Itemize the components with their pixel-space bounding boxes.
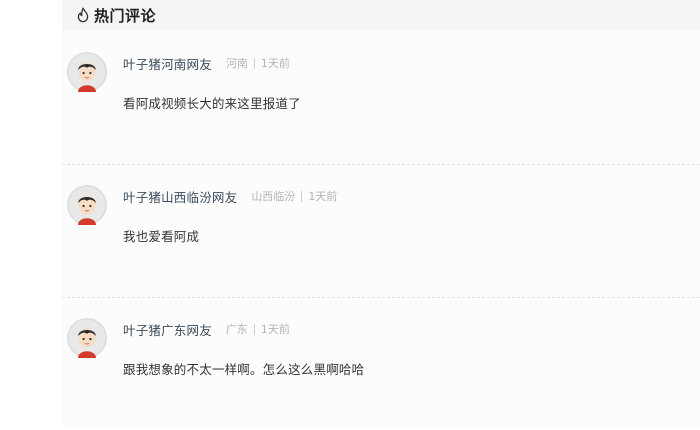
hot-comments-header: 热门评论 [62, 0, 700, 31]
meta-separator [301, 190, 303, 202]
comment-time: 1天前 [308, 190, 338, 203]
comment-location: 广东 [225, 323, 248, 336]
comment-text: 我也爱看阿成 [123, 229, 200, 244]
comment-time: 1天前 [260, 323, 290, 336]
comment-meta: 叶子猪河南网友 河南 1天前 [123, 54, 290, 72]
section-title: 热门评论 [94, 6, 157, 25]
comment-location: 山西临汾 [251, 190, 296, 203]
page-margin [0, 0, 62, 428]
user-avatar[interactable] [67, 185, 107, 225]
comment-list: 叶子猪河南网友 河南 1天前 看阿成视频长大的来这里报道了 叶子猪山西临汾网友 … [62, 31, 700, 428]
meta-separator [253, 57, 255, 69]
comment-username[interactable]: 叶子猪山西临汾网友 [123, 187, 237, 206]
meta-separator [253, 323, 255, 335]
comment-location: 河南 [225, 57, 248, 70]
user-avatar[interactable] [67, 318, 107, 358]
comment-username[interactable]: 叶子猪河南网友 [123, 54, 212, 73]
comment-text: 看阿成视频长大的来这里报道了 [123, 96, 301, 111]
comment-item: 叶子猪河南网友 河南 1天前 看阿成视频长大的来这里报道了 [62, 31, 700, 164]
comment-text: 跟我想象的不太一样啊。怎么这么黑啊哈哈 [123, 362, 365, 377]
user-avatar[interactable] [67, 52, 107, 92]
flame-icon [76, 7, 90, 23]
comment-meta: 叶子猪山西临汾网友 山西临汾 1天前 [123, 187, 337, 205]
comment-item: 叶子猪广东网友 广东 1天前 跟我想象的不太一样啊。怎么这么黑啊哈哈 [62, 297, 700, 430]
comment-username[interactable]: 叶子猪广东网友 [123, 320, 212, 339]
comment-meta: 叶子猪广东网友 广东 1天前 [123, 320, 290, 338]
comment-item: 叶子猪山西临汾网友 山西临汾 1天前 我也爱看阿成 [62, 164, 700, 297]
comment-time: 1天前 [260, 57, 290, 70]
